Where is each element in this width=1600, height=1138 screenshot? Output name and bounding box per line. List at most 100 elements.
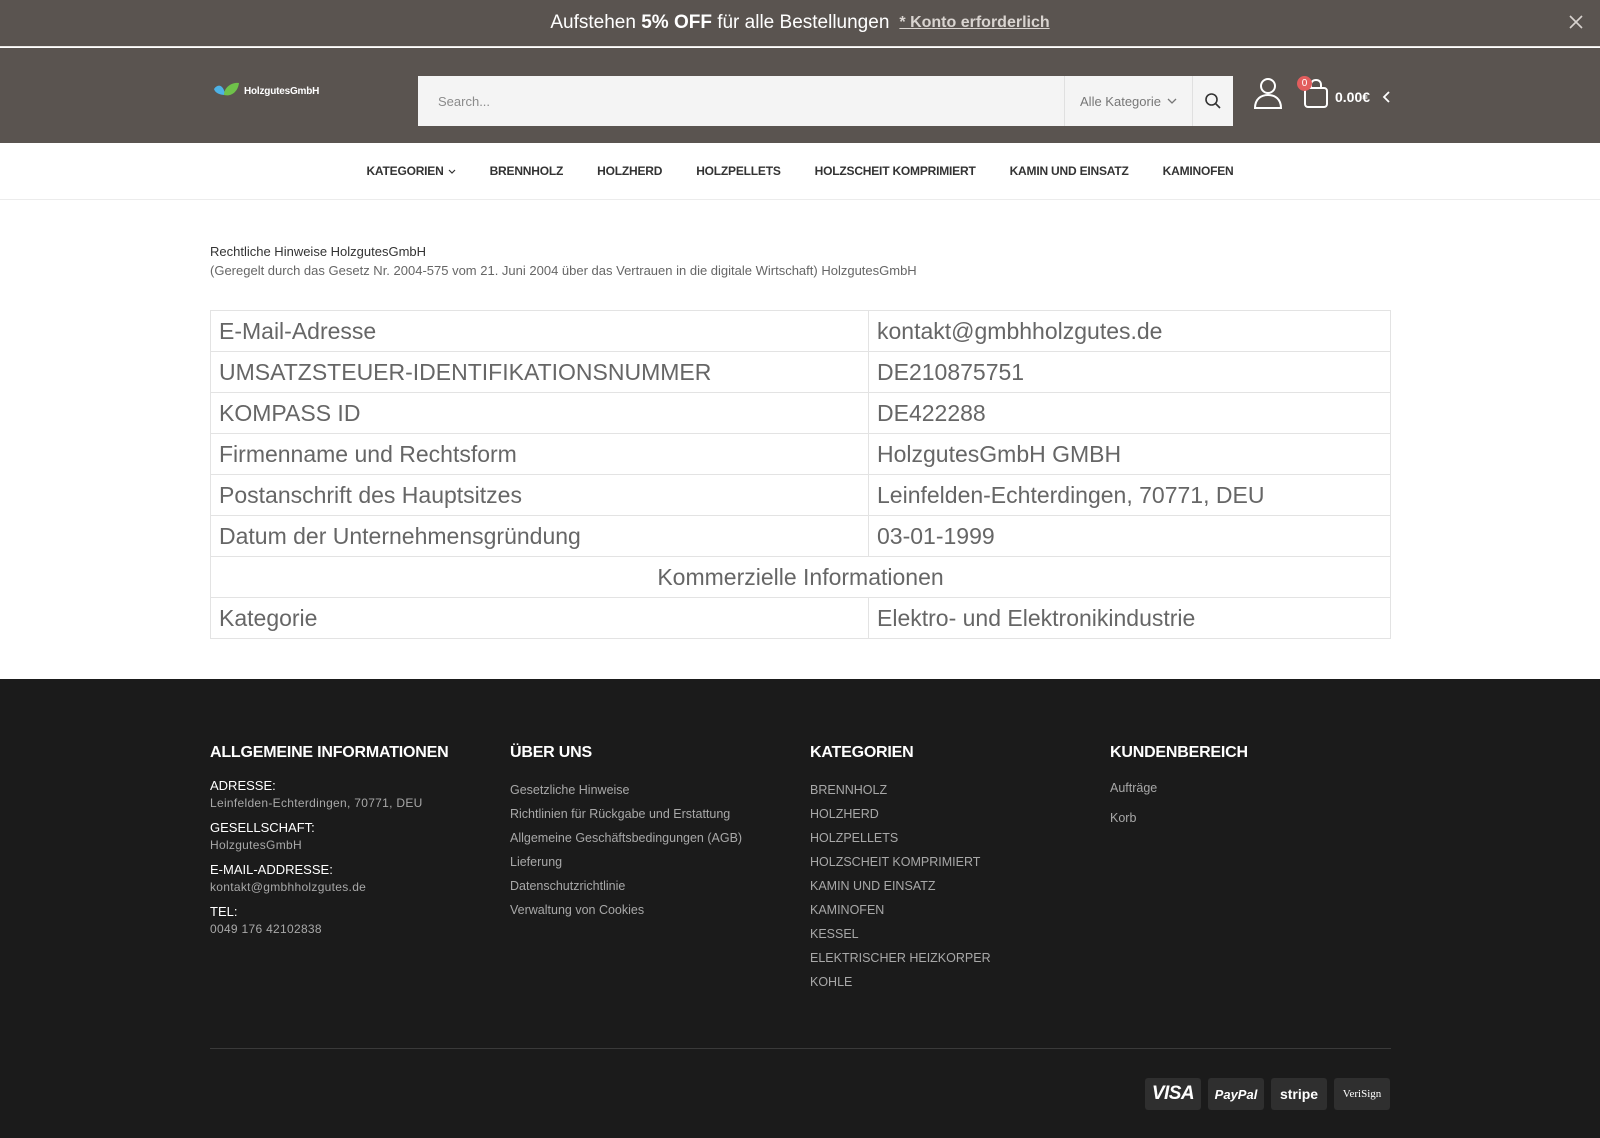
nav-item-kamin[interactable]: KAMIN UND EINSATZ <box>1010 164 1129 178</box>
footer-customer-area: KUNDENBEREICH Aufträge Korb <box>1110 744 1248 830</box>
main-nav: KATEGORIEN BRENNHOLZ HOLZHERD HOLZPELLET… <box>0 143 1600 200</box>
cart-button[interactable]: 0 0.00€ <box>1297 76 1390 114</box>
promo-discount: 5% OFF <box>641 12 712 33</box>
tel-label: TEL: <box>210 904 238 919</box>
footer-link[interactable]: Allgemeine Geschäftsbedingungen (AGB) <box>510 826 742 850</box>
footer-link[interactable]: KAMINOFEN <box>810 898 991 922</box>
table-row: Postanschrift des Hauptsitzes Leinfelden-… <box>210 474 1391 516</box>
footer-link[interactable]: HOLZPELLETS <box>810 826 991 850</box>
nav-item-brennholz[interactable]: BRENNHOLZ <box>490 164 564 178</box>
table-row: Datum der Unternehmensgründung 03-01-1999 <box>210 515 1391 557</box>
legal-subtitle: (Geregelt durch das Gesetz Nr. 2004-575 … <box>210 263 917 278</box>
table-row: KOMPASS ID DE422288 <box>210 392 1391 434</box>
table-value: kontakt@gmbhholzgutes.de <box>868 310 1391 352</box>
table-value: DE210875751 <box>868 351 1391 393</box>
footer-heading: KATEGORIEN <box>810 744 914 761</box>
search-icon <box>1205 93 1221 109</box>
footer-link[interactable]: Datenschutzrichtlinie <box>510 874 742 898</box>
footer-heading: ÜBER UNS <box>510 744 592 761</box>
chevron-left-icon[interactable] <box>1382 90 1390 103</box>
footer-divider <box>210 1048 1391 1049</box>
table-key: E-Mail-Adresse <box>210 310 869 352</box>
legal-intro: Rechtliche Hinweise HolzgutesGmbH (Gereg… <box>210 242 917 280</box>
footer-link[interactable]: KOHLE <box>810 970 991 994</box>
email-label: E-MAIL-ADDRESSE: <box>210 862 333 877</box>
nav-item-label: KATEGORIEN <box>366 164 444 178</box>
nav-item-holzscheit[interactable]: HOLZSCHEIT KOMPRIMIERT <box>815 164 976 178</box>
tel-value: 0049 176 42102838 <box>210 922 322 936</box>
chevron-down-icon <box>448 169 456 174</box>
table-key: Kategorie <box>210 597 869 639</box>
footer-link[interactable]: Gesetzliche Hinweise <box>510 778 742 802</box>
footer-link[interactable]: BRENNHOLZ <box>810 778 991 802</box>
footer-categories: KATEGORIEN BRENNHOLZ HOLZHERD HOLZPELLET… <box>810 744 991 994</box>
promo-account-link[interactable]: * Konto erforderlich <box>899 14 1049 32</box>
site-header: HolzgutesGmbH Alle Kategorie 0 0.00€ <box>0 48 1600 143</box>
footer-link[interactable]: Richtlinien für Rückgabe und Erstattung <box>510 802 742 826</box>
table-key: Firmenname und Rechtsform <box>210 433 869 475</box>
visa-logo-icon: VISA <box>1145 1078 1201 1110</box>
footer-link-orders[interactable]: Aufträge <box>1110 778 1248 806</box>
address-label: ADRESSE: <box>210 778 276 793</box>
search-input[interactable] <box>418 76 1064 126</box>
table-key: Datum der Unternehmensgründung <box>210 515 869 557</box>
table-value: Leinfelden-Echterdingen, 70771, DEU <box>868 474 1391 516</box>
promo-text-prefix: Aufstehen <box>550 12 642 33</box>
footer-link[interactable]: HOLZHERD <box>810 802 991 826</box>
email-value: kontakt@gmbhholzgutes.de <box>210 880 367 894</box>
table-value: Elektro- und Elektronikindustrie <box>868 597 1391 639</box>
cart-count-badge: 0 <box>1297 76 1312 91</box>
table-row: UMSATZSTEUER-IDENTIFIKATIONSNUMMER DE2108… <box>210 351 1391 393</box>
nav-item-holzpellets[interactable]: HOLZPELLETS <box>696 164 781 178</box>
table-value: DE422288 <box>868 392 1391 434</box>
promo-text: Aufstehen 5% OFF für alle Bestellungen <box>550 12 889 34</box>
leaf-logo-icon <box>214 82 239 96</box>
footer-link[interactable]: Verwaltung von Cookies <box>510 898 742 922</box>
category-select[interactable]: Alle Kategorie <box>1064 76 1192 126</box>
footer-link[interactable]: KAMIN UND EINSATZ <box>810 874 991 898</box>
legal-info-table: E-Mail-Adresse kontakt@gmbhholzgutes.de U… <box>210 310 1391 639</box>
table-row: Kategorie Elektro- und Elektronikindustri… <box>210 597 1391 639</box>
search-button[interactable] <box>1192 76 1233 126</box>
cart-total: 0.00€ <box>1335 88 1371 105</box>
table-section-header: Kommerzielle Informationen <box>210 556 1391 598</box>
paypal-logo-icon: PayPal <box>1208 1078 1264 1110</box>
table-section-row: Kommerzielle Informationen <box>210 556 1391 598</box>
footer-heading: KUNDENBEREICH <box>1110 744 1248 761</box>
table-value: 03-01-1999 <box>868 515 1391 557</box>
table-row: E-Mail-Adresse kontakt@gmbhholzgutes.de <box>210 310 1391 352</box>
company-value: HolzgutesGmbH <box>210 838 302 852</box>
table-key: KOMPASS ID <box>210 392 869 434</box>
user-account-icon[interactable] <box>1253 77 1283 109</box>
legal-title: Rechtliche Hinweise HolzgutesGmbH <box>210 244 427 259</box>
table-key: UMSATZSTEUER-IDENTIFIKATIONSNUMMER <box>210 351 869 393</box>
footer-link[interactable]: KESSEL <box>810 922 991 946</box>
promo-bar: Aufstehen 5% OFF für alle Bestellungen *… <box>0 0 1600 47</box>
footer-general-info: ALLGEMEINE INFORMATIONEN ADRESSE: Leinfe… <box>210 744 449 936</box>
footer-link-cart[interactable]: Korb <box>1110 806 1248 830</box>
table-row: Firmenname und Rechtsform HolzgutesGmbH G… <box>210 433 1391 475</box>
promo-text-suffix: für alle Bestellungen <box>711 12 890 33</box>
chevron-down-icon <box>1167 98 1177 104</box>
nav-item-kategorien[interactable]: KATEGORIEN <box>366 164 456 178</box>
search-bar: Alle Kategorie <box>418 76 1233 126</box>
site-footer: ALLGEMEINE INFORMATIONEN ADRESSE: Leinfe… <box>0 679 1600 1138</box>
footer-heading: ALLGEMEINE INFORMATIONEN <box>210 744 449 761</box>
nav-item-holzherd[interactable]: HOLZHERD <box>597 164 662 178</box>
footer-link[interactable]: ELEKTRISCHER HEIZKORPER <box>810 946 991 970</box>
company-label: GESELLSCHAFT: <box>210 820 315 835</box>
verisign-logo-icon: VeriSign <box>1334 1078 1390 1110</box>
site-logo[interactable]: HolzgutesGmbH <box>212 81 319 101</box>
payment-methods: VISA PayPal stripe VeriSign <box>1145 1078 1390 1110</box>
address-value: Leinfelden-Echterdingen, 70771, DEU <box>210 796 423 810</box>
footer-link[interactable]: HOLZSCHEIT KOMPRIMIERT <box>810 850 991 874</box>
footer-link[interactable]: Lieferung <box>510 850 742 874</box>
stripe-logo-icon: stripe <box>1271 1078 1327 1110</box>
logo-text: HolzgutesGmbH <box>244 85 320 97</box>
category-select-label: Alle Kategorie <box>1080 93 1161 109</box>
footer-about: ÜBER UNS Gesetzliche Hinweise Richtlinie… <box>510 744 742 922</box>
close-icon[interactable] <box>1566 12 1586 32</box>
table-key: Postanschrift des Hauptsitzes <box>210 474 869 516</box>
table-value: HolzgutesGmbH GMBH <box>868 433 1391 475</box>
nav-item-kaminofen[interactable]: KAMINOFEN <box>1163 164 1234 178</box>
